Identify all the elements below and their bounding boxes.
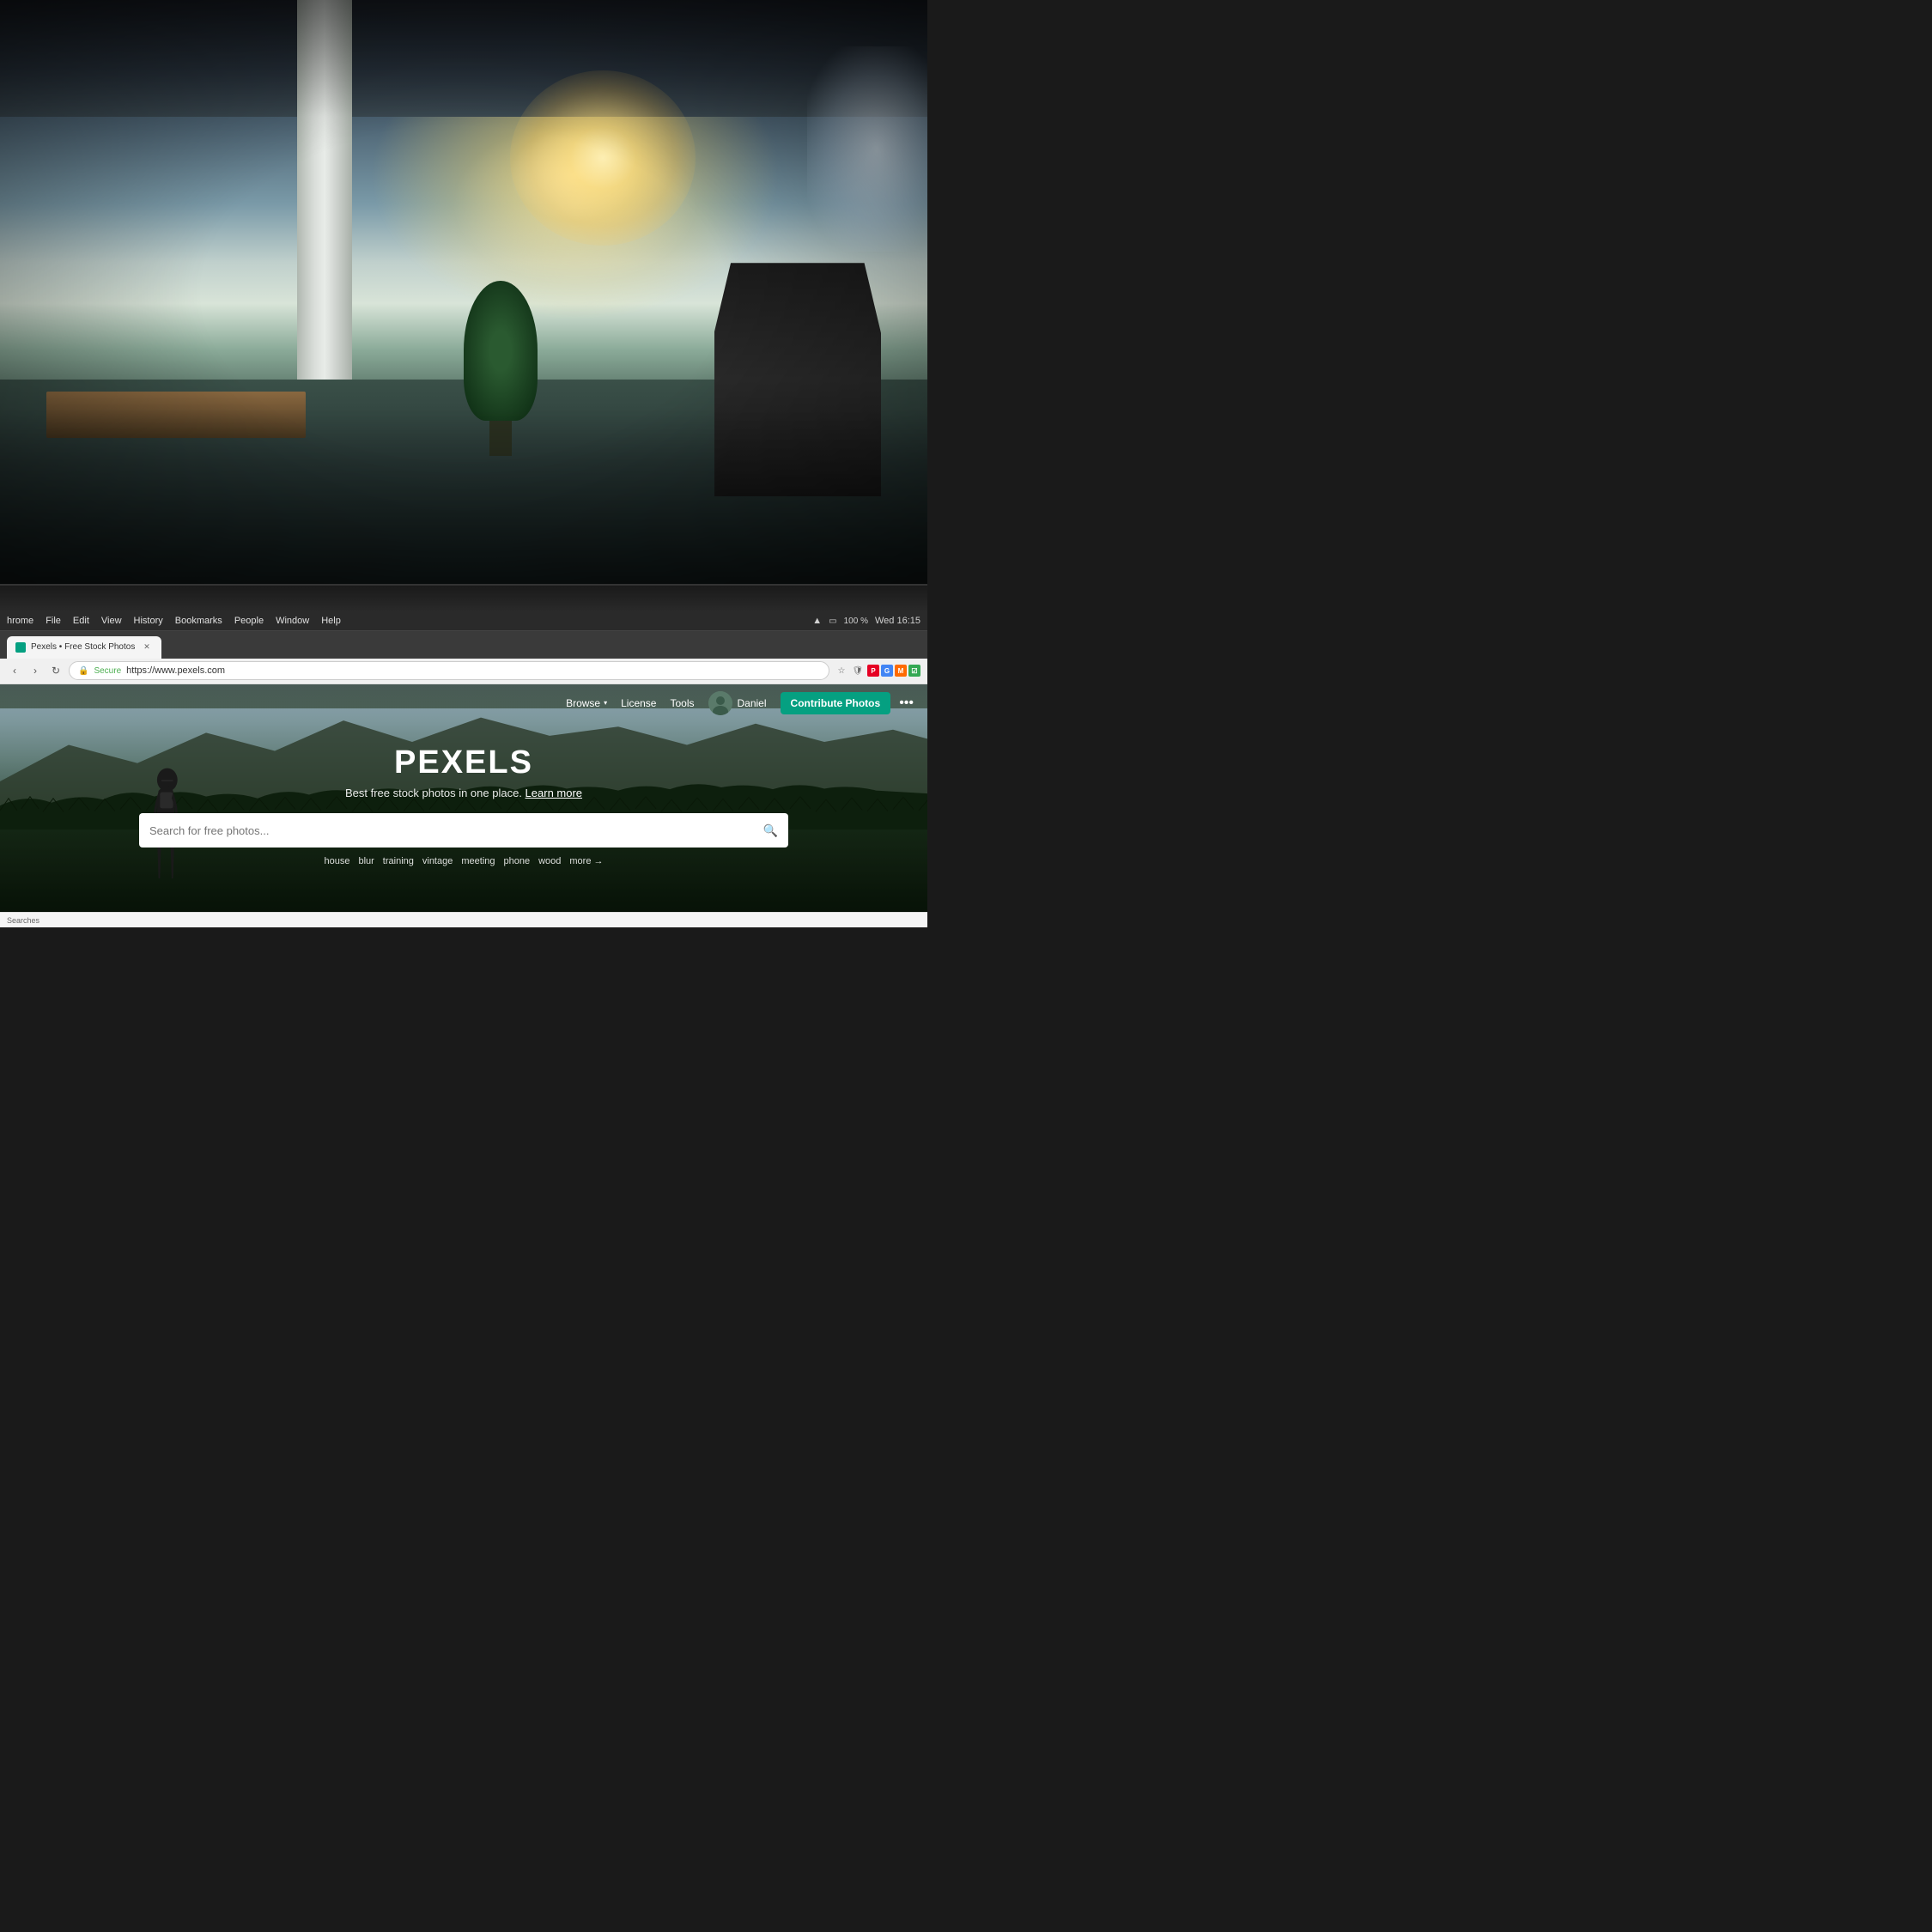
- tag-more[interactable]: more →: [569, 856, 603, 866]
- plant: [464, 281, 538, 456]
- tab-close-button[interactable]: ✕: [141, 641, 153, 653]
- tag-phone[interactable]: phone: [504, 856, 531, 866]
- back-button[interactable]: ‹: [7, 663, 22, 678]
- window-glow-main: [510, 70, 696, 246]
- search-container: 🔍: [139, 813, 788, 848]
- browser-tab-pexels[interactable]: Pexels • Free Stock Photos ✕: [7, 636, 161, 659]
- tag-meeting[interactable]: meeting: [461, 856, 495, 866]
- tag-wood[interactable]: wood: [538, 856, 561, 866]
- menubar-view[interactable]: View: [101, 616, 122, 626]
- menubar-edit[interactable]: Edit: [73, 616, 89, 626]
- chair: [714, 263, 881, 496]
- menubar-help[interactable]: Help: [321, 616, 341, 626]
- contribute-button[interactable]: Contribute Photos: [781, 692, 891, 714]
- statusbar: Searches: [0, 912, 927, 927]
- battery-percent: 100 %: [844, 617, 868, 626]
- shield-icon[interactable]: 🛡: [851, 664, 865, 677]
- lock-icon: 🔒: [78, 666, 88, 676]
- monitor-border: [0, 584, 927, 611]
- menubar-appname[interactable]: hrome: [7, 616, 33, 626]
- tab-label: Pexels • Free Stock Photos: [31, 642, 135, 652]
- menubar-people[interactable]: People: [234, 616, 264, 626]
- addressbar: ‹ › ↻ 🔒 Secure https://www.pexels.com ☆ …: [0, 659, 927, 684]
- browse-label: Browse: [566, 697, 600, 709]
- tag-house[interactable]: house: [324, 856, 349, 866]
- nav-license[interactable]: License: [621, 697, 656, 709]
- ext-1[interactable]: G: [881, 665, 893, 677]
- pexels-logo: PEXELS: [139, 744, 788, 781]
- nav-tools[interactable]: Tools: [670, 697, 694, 709]
- plant-leaves: [464, 281, 538, 421]
- more-menu[interactable]: •••: [899, 696, 914, 711]
- bookmark-icon[interactable]: ☆: [835, 664, 848, 677]
- ext-2[interactable]: M: [895, 665, 907, 677]
- column: [297, 0, 353, 380]
- nav-username: Daniel: [738, 697, 767, 709]
- ext-3[interactable]: ☑: [908, 665, 920, 677]
- nav-browse[interactable]: Browse ▾: [566, 697, 607, 709]
- menubar-right: ▲ ▭ 100 % Wed 16:15: [812, 616, 920, 626]
- browse-chevron: ▾: [604, 699, 607, 707]
- subtitle-text: Best free stock photos in one place.: [345, 787, 522, 799]
- ext-pinterest[interactable]: P: [867, 665, 879, 677]
- website-content: Browse ▾ License Tools Daniel Contribute…: [0, 684, 927, 927]
- search-icon: 🔍: [763, 823, 778, 838]
- menubar: hrome File Edit View History Bookmarks P…: [0, 612, 927, 631]
- hero-subtitle: Best free stock photos in one place. Lea…: [139, 787, 788, 799]
- secure-label: Secure: [94, 666, 121, 676]
- tag-vintage[interactable]: vintage: [422, 856, 453, 866]
- forward-button[interactable]: ›: [27, 663, 43, 678]
- tabbar: Pexels • Free Stock Photos ✕: [0, 631, 927, 659]
- tags-row: house blur training vintage meeting phon…: [139, 856, 788, 866]
- search-input[interactable]: [149, 824, 756, 837]
- refresh-button[interactable]: ↻: [48, 663, 64, 678]
- menubar-left: hrome File Edit View History Bookmarks P…: [7, 616, 341, 626]
- tab-favicon: [15, 642, 26, 653]
- tag-blur[interactable]: blur: [358, 856, 374, 866]
- menubar-file[interactable]: File: [46, 616, 61, 626]
- extension-icons: P G M ☑: [867, 665, 920, 677]
- pexels-navbar: Browse ▾ License Tools Daniel Contribute…: [0, 684, 927, 722]
- hero-content: PEXELS Best free stock photos in one pla…: [139, 744, 788, 866]
- battery-icon: ▭: [829, 617, 836, 626]
- background-photo: [0, 0, 927, 584]
- toolbar-icons: ☆ 🛡 P G M ☑: [835, 664, 920, 677]
- url-text: https://www.pexels.com: [126, 665, 225, 676]
- tag-training[interactable]: training: [383, 856, 414, 866]
- url-bar[interactable]: 🔒 Secure https://www.pexels.com: [69, 661, 829, 680]
- table: [46, 392, 306, 438]
- nav-avatar[interactable]: [708, 691, 732, 715]
- statusbar-text: Searches: [7, 916, 39, 925]
- menubar-history[interactable]: History: [134, 616, 163, 626]
- browser-window: hrome File Edit View History Bookmarks P…: [0, 612, 927, 927]
- menubar-window[interactable]: Window: [276, 616, 309, 626]
- clock: Wed 16:15: [875, 616, 920, 626]
- window-glow-right: [807, 46, 927, 251]
- ceiling: [0, 0, 927, 117]
- learn-more-link[interactable]: Learn more: [526, 787, 582, 799]
- menubar-bookmarks[interactable]: Bookmarks: [175, 616, 222, 626]
- wifi-icon: ▲: [812, 616, 822, 626]
- plant-stem: [489, 421, 512, 456]
